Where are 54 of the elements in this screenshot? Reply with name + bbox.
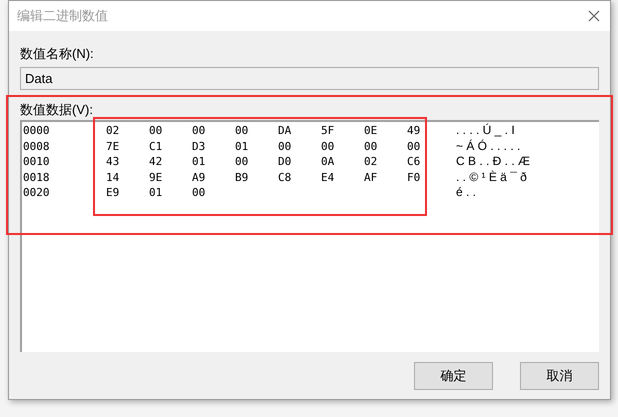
hex-byte: 7E xyxy=(106,138,120,154)
dialog-button[interactable]: 取消 xyxy=(520,362,599,390)
hex-byte: 00 xyxy=(235,123,250,138)
hex-byte: C6 xyxy=(407,154,422,170)
hex-byte: 00 xyxy=(235,154,250,170)
hex-byte: D3 xyxy=(192,138,206,154)
hex-byte: 49 xyxy=(407,123,422,138)
hex-byte: 00 xyxy=(192,123,206,138)
hex-byte: D0 xyxy=(278,154,292,170)
value-name-field[interactable]: Data xyxy=(20,67,599,90)
hex-byte: 9E xyxy=(149,170,164,185)
hex-byte: 00 xyxy=(192,185,206,200)
hex-byte: DA xyxy=(278,123,292,138)
close-icon[interactable] xyxy=(588,10,600,22)
offset-text: 0000 xyxy=(22,123,50,138)
hex-byte: 00 xyxy=(149,123,164,138)
ascii-text: . . © ¹ È ä ¯ ð xyxy=(456,170,527,185)
hex-byte: 01 xyxy=(149,185,164,200)
ascii-text: é . . xyxy=(456,185,476,200)
hex-byte: 42 xyxy=(149,154,164,170)
hex-byte: C8 xyxy=(278,170,292,185)
offset-text: 0010 xyxy=(22,154,50,170)
hex-byte: 5F xyxy=(321,123,336,138)
offset-text: 0018 xyxy=(22,170,50,185)
value-data-label: 数值数据(V): xyxy=(20,101,94,119)
ascii-text: C B . . Ð . . Æ xyxy=(456,154,530,170)
hex-byte: C1 xyxy=(149,138,164,154)
hex-byte: 43 xyxy=(106,154,120,170)
ascii-text: . . . . Ú _ . I xyxy=(456,123,515,138)
hex-byte: A9 xyxy=(192,170,206,185)
offset-text: 0008 xyxy=(22,138,50,154)
dialog-button[interactable]: 确定 xyxy=(414,362,493,390)
hex-byte: 0A xyxy=(321,154,336,170)
hex-byte: 01 xyxy=(192,154,206,170)
hex-byte: 0E xyxy=(364,123,378,138)
hex-byte: 00 xyxy=(278,138,292,154)
hex-byte: B9 xyxy=(235,170,250,185)
hex-byte: E4 xyxy=(321,170,336,185)
hex-byte: 02 xyxy=(364,154,378,170)
hex-byte: 00 xyxy=(321,138,336,154)
hex-byte: 14 xyxy=(106,170,120,185)
window-title: 编辑二进制数值 xyxy=(17,7,108,26)
hex-byte: AF xyxy=(364,170,378,185)
hex-byte: 00 xyxy=(364,138,378,154)
hex-editor-field[interactable]: 0000 02 00 00 00 DA 5F 0E 49 . . . . Ú _ . I 0008 7E C1 D3 01 00 00 00 00 ~ Á Ó . . . . . 0010 43 42 01 00 D0 0A 02 C6 C B . . Ð . . Æ 0018 14 9E A9 B9 C8 E4 AF F0 . . © ¹ È ä ¯ ð 0020 E9 01 00 é . . xyxy=(20,120,599,352)
ascii-text: ~ Á Ó . . . . . xyxy=(456,138,520,154)
hex-byte: E9 xyxy=(106,185,120,200)
value-name-label: 数值名称(N): xyxy=(20,45,95,63)
hex-byte: 02 xyxy=(106,123,120,138)
offset-text: 0020 xyxy=(22,185,50,200)
hex-byte: 00 xyxy=(407,138,422,154)
hex-byte: F0 xyxy=(407,170,422,185)
hex-byte: 01 xyxy=(235,138,250,154)
field-value: Data xyxy=(25,70,52,88)
